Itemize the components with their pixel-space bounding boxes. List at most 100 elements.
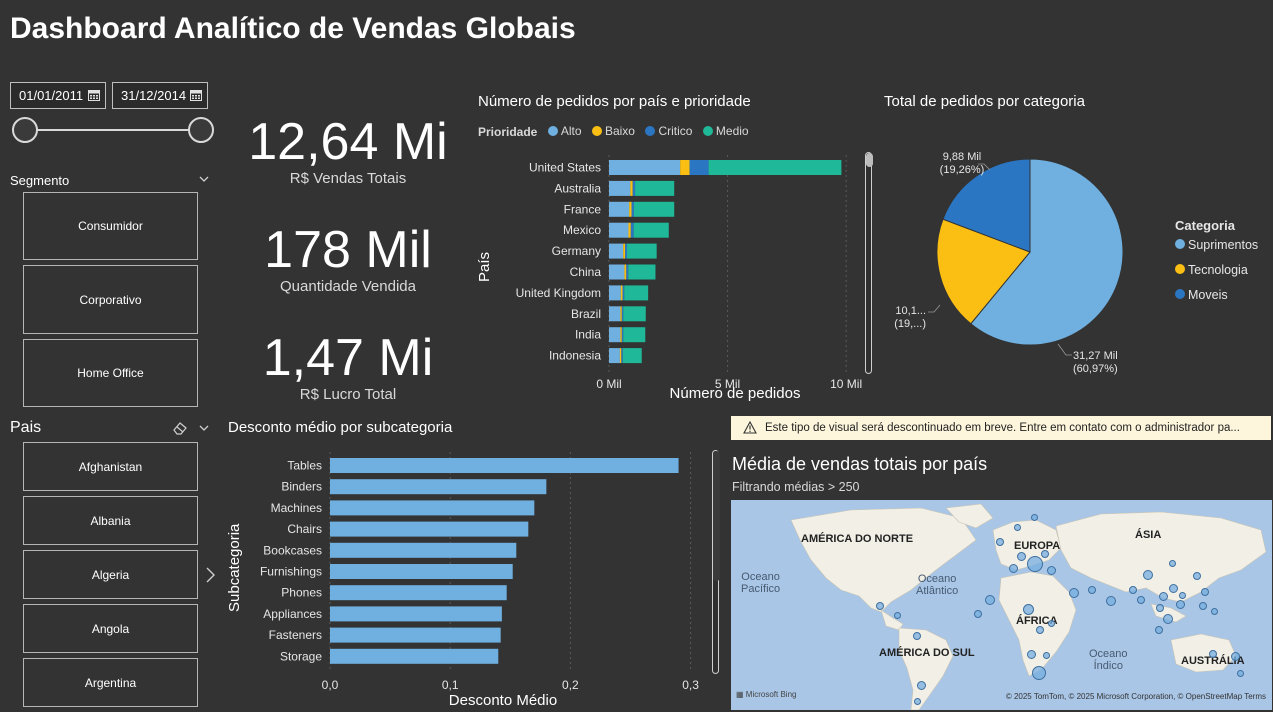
map-bubble[interactable]	[1023, 604, 1034, 615]
orders-bar-critico[interactable]	[621, 348, 623, 364]
country-tile-algeria[interactable]: Algeria	[23, 550, 198, 599]
map-bubble[interactable]	[914, 698, 921, 705]
segment-tile-corporativo[interactable]: Corporativo	[23, 265, 198, 334]
orders-bar-alto[interactable]	[609, 264, 625, 280]
map-bubble[interactable]	[1031, 514, 1038, 521]
map-bubble[interactable]	[1201, 588, 1209, 596]
discount-bar[interactable]	[330, 585, 507, 601]
orders-bar-critico[interactable]	[622, 285, 625, 301]
map-bubble[interactable]	[985, 595, 995, 605]
map-bubble[interactable]	[1048, 620, 1055, 627]
legend-item-baixo[interactable]: Baixo	[591, 124, 635, 138]
map-bubble[interactable]	[1163, 614, 1173, 624]
eraser-icon[interactable]	[172, 421, 188, 435]
discount-bar[interactable]	[330, 500, 535, 516]
map-bubble[interactable]	[1143, 570, 1153, 580]
map-bubble[interactable]	[1041, 550, 1049, 558]
orders-bar-baixo[interactable]	[620, 306, 622, 322]
map-bubble[interactable]	[996, 538, 1004, 546]
orders-bar-baixo[interactable]	[624, 264, 627, 280]
orders-scrollbar[interactable]	[865, 152, 873, 374]
end-date-input[interactable]: 31/12/2014	[112, 82, 208, 109]
discount-bar[interactable]	[330, 606, 502, 622]
map-bubble[interactable]	[974, 610, 982, 618]
category-legend-item-suprimentos[interactable]: Suprimentos	[1175, 238, 1258, 252]
orders-bar-baixo[interactable]	[630, 180, 633, 196]
map-bubble[interactable]	[894, 612, 901, 619]
map-bubble[interactable]	[876, 602, 884, 610]
orders-bar-medio[interactable]	[635, 180, 675, 196]
orders-bar-baixo[interactable]	[620, 327, 622, 343]
orders-bar-critico[interactable]	[632, 180, 636, 196]
map-bubble[interactable]	[1047, 566, 1056, 575]
orders-bar-medio[interactable]	[628, 264, 656, 280]
orders-scroll-thumb[interactable]	[866, 153, 873, 167]
orders-bar-medio[interactable]	[633, 201, 675, 217]
orders-bar-critico[interactable]	[630, 222, 634, 238]
map-bubble[interactable]	[1155, 626, 1163, 634]
orders-bar-alto[interactable]	[609, 243, 624, 259]
map-bubble[interactable]	[1027, 556, 1043, 572]
orders-bar-alto[interactable]	[609, 180, 631, 196]
legend-item-critico[interactable]: Critico	[645, 124, 692, 138]
start-date-input[interactable]: 01/01/2011	[10, 82, 106, 109]
map-bubble[interactable]	[1027, 650, 1036, 659]
orders-bar-medio[interactable]	[622, 348, 642, 364]
orders-bar-medio[interactable]	[624, 285, 649, 301]
orders-bar-alto[interactable]	[609, 306, 621, 322]
map-bubble[interactable]	[1036, 626, 1044, 634]
orders-bar-baixo[interactable]	[620, 285, 623, 301]
orders-bar-baixo[interactable]	[628, 222, 631, 238]
segment-tile-consumidor[interactable]: Consumidor	[23, 192, 198, 260]
date-range-end-handle[interactable]	[188, 117, 214, 143]
orders-bar-critico[interactable]	[689, 160, 709, 175]
map-bubble[interactable]	[1129, 586, 1137, 594]
map-bubble[interactable]	[1017, 552, 1026, 561]
legend-item-medio[interactable]: Medio	[702, 124, 749, 138]
map-bubble[interactable]	[1159, 592, 1168, 601]
orders-bar-critico[interactable]	[631, 201, 634, 217]
map-bubble[interactable]	[1231, 652, 1240, 661]
map-bubble[interactable]	[917, 681, 926, 690]
map-copyright[interactable]: © 2025 TomTom, © 2025 Microsoft Corporat…	[1006, 692, 1266, 701]
discount-bar[interactable]	[330, 648, 499, 664]
map-bubble[interactable]	[913, 632, 921, 640]
map-bubble[interactable]	[1193, 572, 1201, 580]
orders-bar-baixo[interactable]	[680, 160, 690, 175]
orders-bar-alto[interactable]	[609, 285, 621, 301]
discount-scrollbar[interactable]	[712, 450, 720, 674]
segment-tile-home-office[interactable]: Home Office	[23, 339, 198, 407]
map-bubble[interactable]	[1211, 608, 1218, 615]
world-map[interactable]: AMÉRICA DO NORTE EUROPA ÁSIA ÁFRICA AMÉR…	[731, 500, 1272, 710]
map-bubble[interactable]	[1209, 650, 1217, 658]
orders-bar-critico[interactable]	[625, 243, 628, 259]
discount-bar[interactable]	[330, 521, 529, 537]
calendar-icon[interactable]	[190, 89, 202, 101]
calendar-icon[interactable]	[88, 89, 100, 101]
orders-bar-medio[interactable]	[627, 243, 657, 259]
chevron-down-icon[interactable]	[198, 422, 210, 434]
discount-bar[interactable]	[330, 458, 679, 473]
country-tile-angola[interactable]: Angola	[23, 604, 198, 653]
orders-bar-alto[interactable]	[609, 160, 681, 175]
chevron-right-icon[interactable]	[204, 566, 216, 584]
orders-bar-medio[interactable]	[623, 327, 646, 343]
discount-bar[interactable]	[330, 479, 547, 495]
category-legend-item-moveis[interactable]: Moveis	[1175, 288, 1228, 302]
map-bubble[interactable]	[1069, 588, 1079, 598]
map-bubble[interactable]	[1169, 584, 1178, 593]
date-range-track[interactable]	[24, 129, 202, 131]
map-bubble[interactable]	[1137, 596, 1145, 604]
country-tile-argentina[interactable]: Argentina	[23, 658, 198, 707]
orders-bar-medio[interactable]	[633, 222, 669, 238]
map-bubble[interactable]	[1043, 652, 1050, 659]
category-legend-item-tecnologia[interactable]: Tecnologia	[1175, 263, 1248, 277]
discount-bar[interactable]	[330, 564, 513, 579]
discount-scroll-thumb[interactable]	[713, 451, 720, 581]
map-bubble[interactable]	[1237, 670, 1244, 677]
orders-bar-critico[interactable]	[621, 306, 624, 322]
orders-bar-baixo[interactable]	[629, 201, 632, 217]
country-tile-albania[interactable]: Albania	[23, 496, 198, 545]
discount-bar[interactable]	[330, 627, 501, 643]
discount-bar[interactable]	[330, 542, 517, 558]
